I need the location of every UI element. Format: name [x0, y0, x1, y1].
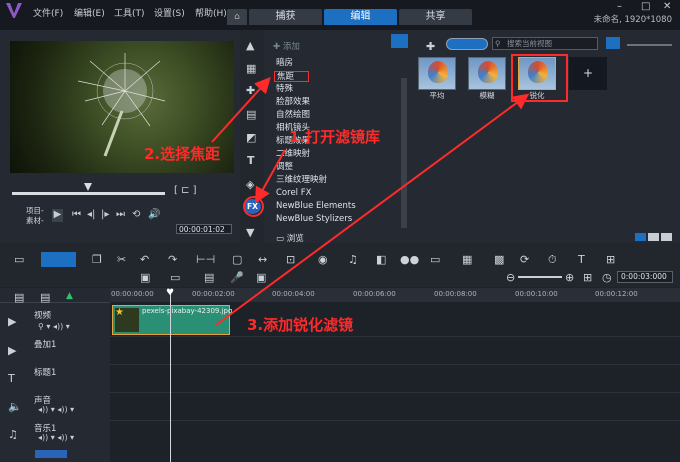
fx-highlight-circle	[243, 196, 264, 217]
annotation-arrows	[211, 77, 530, 326]
annotation-step2: 2.选择焦距	[144, 145, 221, 163]
annotation-step3: 3.添加锐化滤镜	[247, 316, 354, 334]
annotation-step1: 1.打开滤镜库	[289, 128, 381, 146]
